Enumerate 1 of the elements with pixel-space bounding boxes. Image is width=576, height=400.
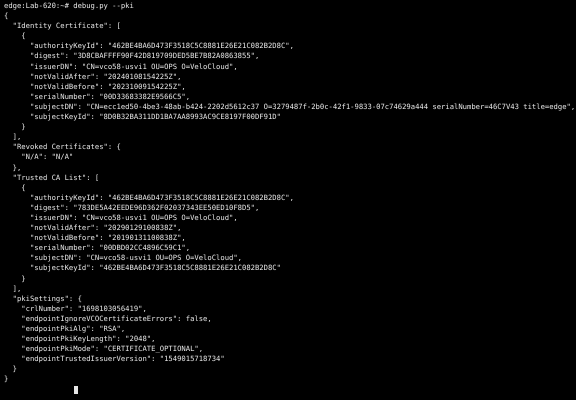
cursor-icon <box>74 386 78 394</box>
